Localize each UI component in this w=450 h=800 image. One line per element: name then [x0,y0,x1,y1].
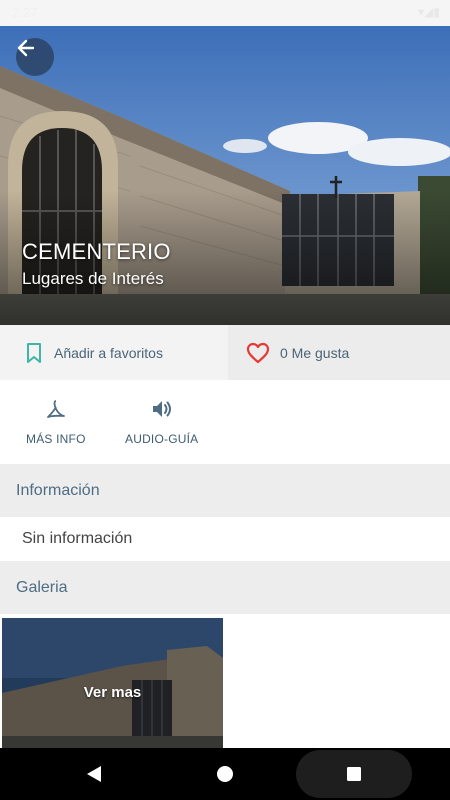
home-nav-button[interactable] [203,748,247,800]
circle-home-icon [217,766,233,782]
arrow-left-icon [17,39,35,57]
gallery: Ver mas [0,614,450,748]
audio-guide-label: AUDIO-GUÍA [125,432,199,446]
info-text: Sin información [0,517,450,561]
add-favorites-button[interactable]: Añadir a favoritos [0,325,228,380]
pdf-icon [46,400,65,418]
more-info-button[interactable]: MÁS INFO [26,398,86,446]
likes-count-label: 0 Me gusta [280,344,350,361]
action-row: Añadir a favoritos 0 Me gusta [0,325,450,380]
see-more-label: Ver mas [83,683,142,701]
gallery-thumbnail[interactable]: Ver mas [2,618,223,748]
tools-row: MÁS INFO AUDIO-GUÍA [0,380,450,464]
add-favorites-label: Añadir a favoritos [54,344,163,361]
more-info-label: MÁS INFO [26,432,86,446]
info-section-header: Información [0,464,450,517]
audio-guide-button[interactable]: AUDIO-GUÍA [125,398,198,446]
system-nav-bar [0,748,450,800]
bookmark-icon [27,342,41,363]
heart-icon [246,342,270,363]
status-bar: 2:27 ▾◢▮ [0,0,450,26]
hero-image: CEMENTERIO Lugares de Interés [0,26,450,325]
place-category: Lugares de Interés [22,269,164,288]
place-title: CEMENTERIO [22,239,171,264]
recents-nav-button[interactable] [296,750,412,798]
back-button[interactable] [16,38,54,76]
gallery-section-header: Galeria [0,561,450,614]
status-time: 2:27 [12,5,38,20]
square-recents-icon [347,767,361,781]
back-nav-button[interactable] [72,748,116,800]
speaker-icon [152,401,171,417]
triangle-back-icon [87,766,101,782]
like-button[interactable]: 0 Me gusta [228,325,450,380]
status-icons: ▾◢▮ [418,5,440,19]
